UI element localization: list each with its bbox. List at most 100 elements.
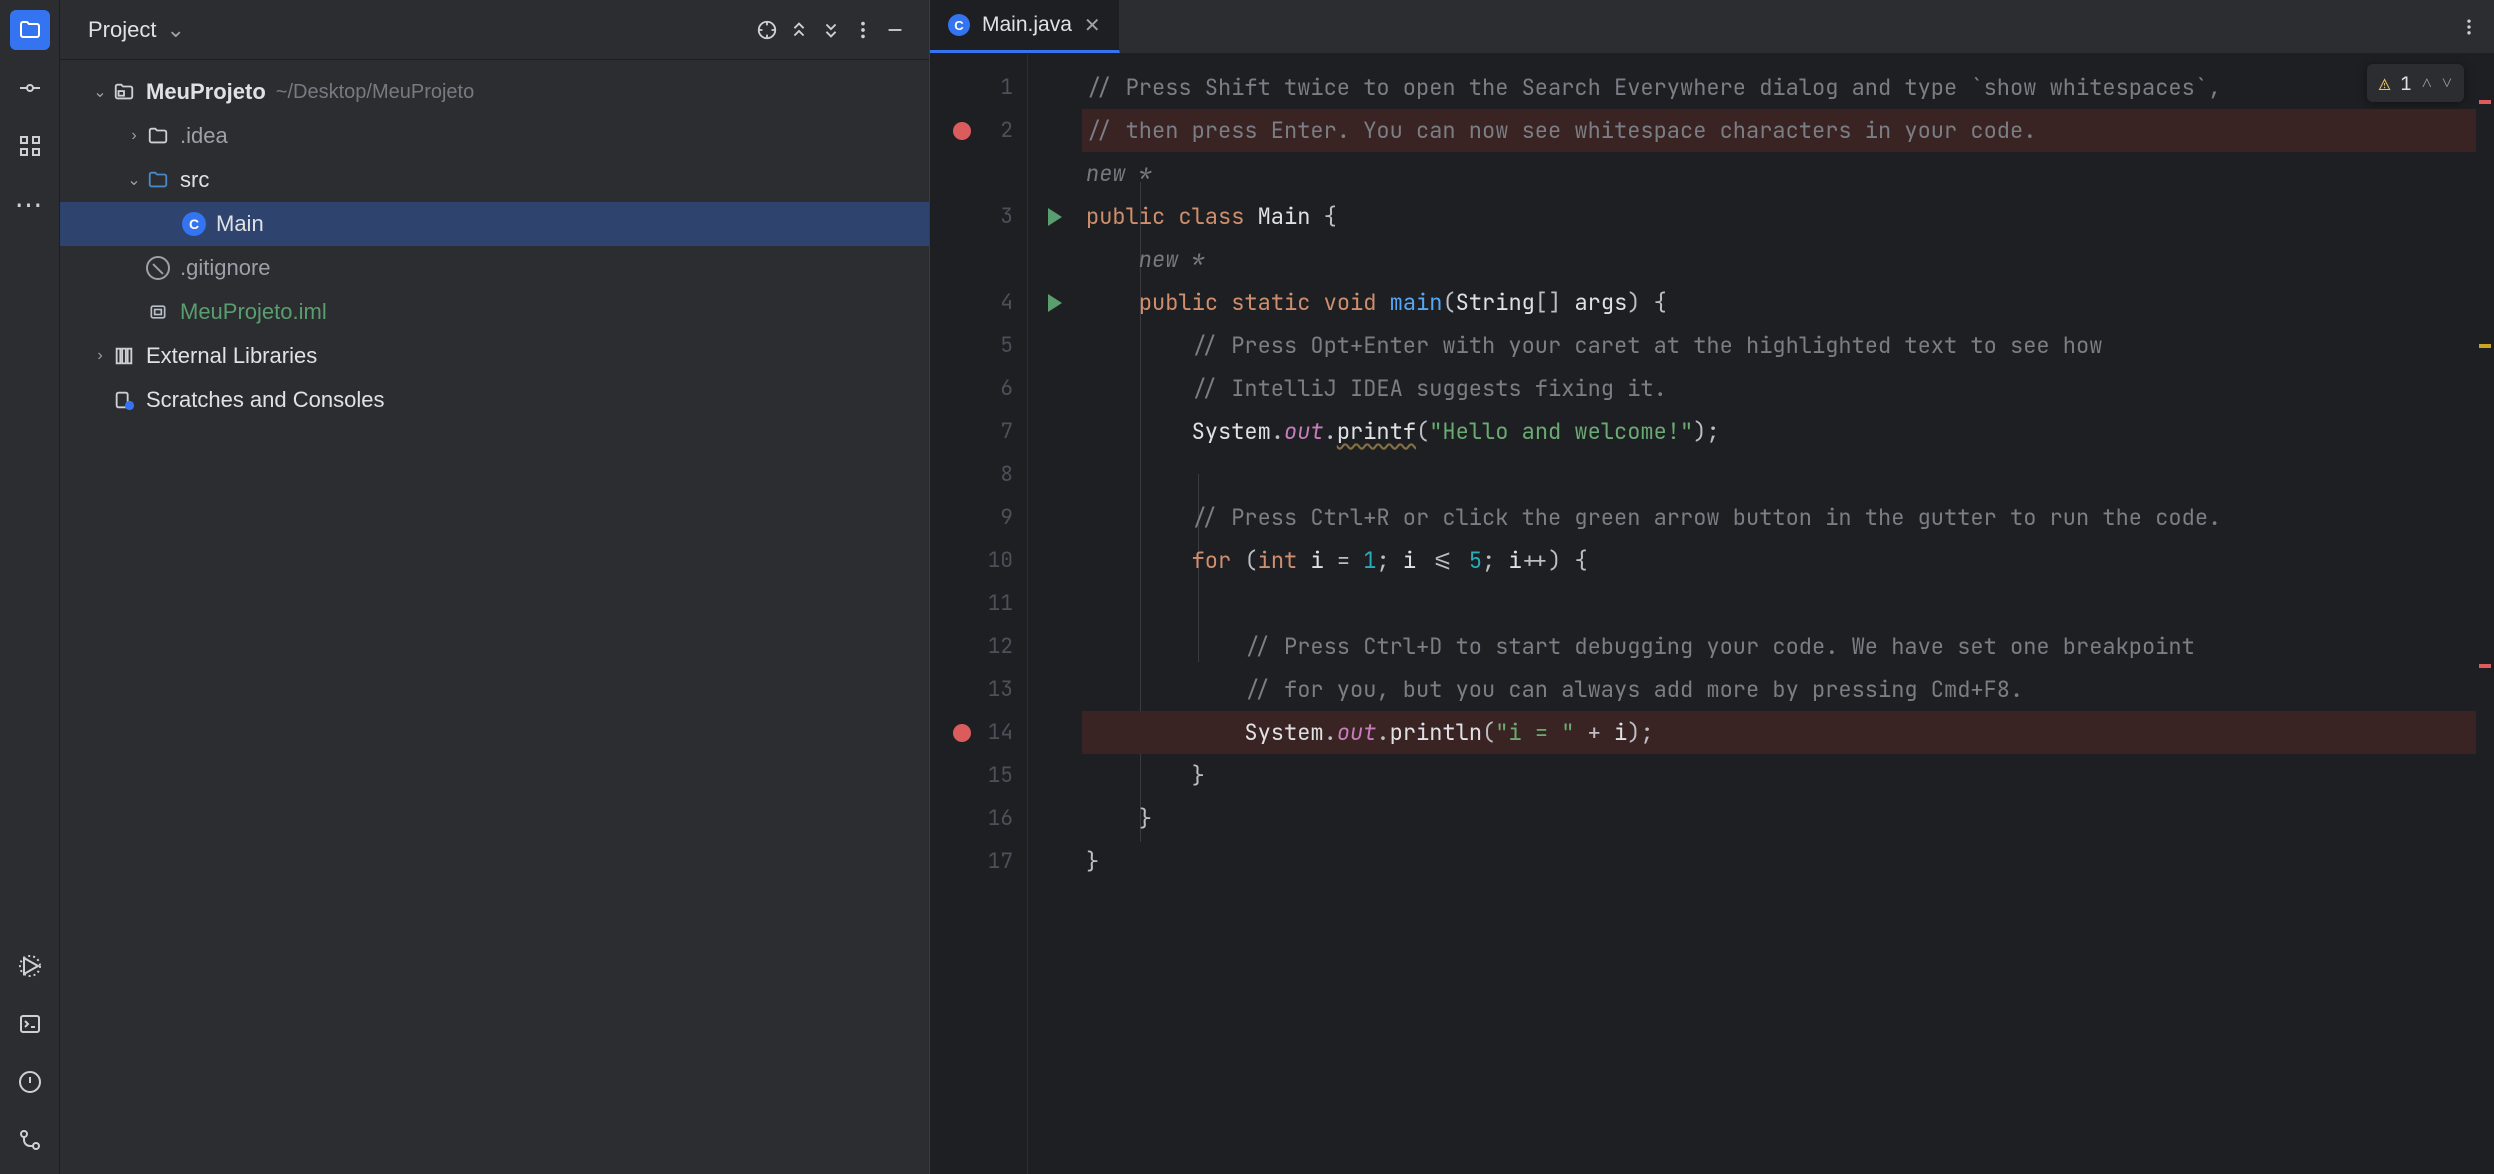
tree-root-path: ~/Desktop/MeuProjeto xyxy=(276,81,474,104)
tree-label: MeuProjeto.iml xyxy=(180,299,327,325)
panel-options-icon[interactable] xyxy=(847,14,879,46)
project-tree: MeuProjeto ~/Desktop/MeuProjeto .idea sr… xyxy=(60,60,929,1174)
code-line[interactable] xyxy=(1082,582,2476,625)
gutter-line[interactable]: 8 xyxy=(930,453,1027,496)
code-body[interactable]: // Press Shift twice to open the Search … xyxy=(1082,54,2476,1174)
code-editor[interactable]: ⚠ 1 ˄ ˅ 1234567891011121314151617 // Pre… xyxy=(930,54,2494,1174)
chevron-down-icon[interactable] xyxy=(90,82,110,102)
class-icon: C xyxy=(948,14,970,36)
project-title-label: Project xyxy=(88,17,156,43)
code-line[interactable]: // Press Opt+Enter with your caret at th… xyxy=(1082,324,2476,367)
expand-all-icon[interactable] xyxy=(783,14,815,46)
chevron-down-icon[interactable] xyxy=(124,170,144,190)
tree-item-gitignore[interactable]: .gitignore xyxy=(60,246,929,290)
gutter-line[interactable]: 6 xyxy=(930,367,1027,410)
project-folder-icon xyxy=(110,78,138,106)
tree-item-main[interactable]: C Main xyxy=(60,202,929,246)
code-line[interactable]: for (int i = 1; i <= 5; i++) { xyxy=(1082,539,2476,582)
collapse-all-icon[interactable] xyxy=(815,14,847,46)
line-number: 13 xyxy=(977,676,1013,703)
gutter-line[interactable]: 3 xyxy=(930,195,1027,238)
close-tab-icon[interactable]: ✕ xyxy=(1084,13,1101,38)
code-line[interactable]: } xyxy=(1082,840,2476,883)
editor-area: C Main.java ✕ ⚠ 1 ˄ ˅ 123456789101112131… xyxy=(930,0,2494,1174)
tree-item-idea[interactable]: .idea xyxy=(60,114,929,158)
code-line[interactable]: } xyxy=(1082,754,2476,797)
tree-item-src[interactable]: src xyxy=(60,158,929,202)
tree-item-scratches[interactable]: Scratches and Consoles xyxy=(60,378,929,422)
scratches-icon xyxy=(110,386,138,414)
code-line[interactable]: // for you, but you can always add more … xyxy=(1082,668,2476,711)
code-line[interactable] xyxy=(1082,453,2476,496)
code-line[interactable]: public class Main { xyxy=(1082,195,2476,238)
gutter-line[interactable]: 15 xyxy=(930,754,1027,797)
source-folder-icon xyxy=(144,166,172,194)
line-number: 7 xyxy=(977,418,1013,445)
line-number: 1 xyxy=(977,74,1013,101)
chevron-right-icon[interactable] xyxy=(90,347,110,365)
line-number: 5 xyxy=(977,332,1013,359)
tree-label: Scratches and Consoles xyxy=(146,387,384,413)
breakpoint-icon[interactable] xyxy=(953,122,971,140)
line-number: 16 xyxy=(977,805,1013,832)
code-line[interactable]: System.out.println("i = " + i); xyxy=(1082,711,2476,754)
line-number: 8 xyxy=(977,461,1013,488)
hide-panel-icon[interactable] xyxy=(879,14,911,46)
gutter-line[interactable]: 1 xyxy=(930,66,1027,109)
library-icon xyxy=(110,342,138,370)
line-number: 6 xyxy=(977,375,1013,402)
tree-root[interactable]: MeuProjeto ~/Desktop/MeuProjeto xyxy=(60,70,929,114)
gutter-line[interactable]: 9 xyxy=(930,496,1027,539)
run-icon[interactable] xyxy=(1048,294,1062,312)
tree-item-external-libs[interactable]: External Libraries xyxy=(60,334,929,378)
gutter-line[interactable]: 14 xyxy=(930,711,1027,754)
select-opened-file-icon[interactable] xyxy=(751,14,783,46)
project-panel-title[interactable]: Project ⌄ xyxy=(88,17,185,43)
gutter-line[interactable]: 16 xyxy=(930,797,1027,840)
tree-item-iml[interactable]: MeuProjeto.iml xyxy=(60,290,929,334)
gutter-line[interactable]: 10 xyxy=(930,539,1027,582)
editor-tab-main[interactable]: C Main.java ✕ xyxy=(930,0,1120,53)
line-number: 4 xyxy=(977,289,1013,316)
commit-tool-icon[interactable] xyxy=(10,68,50,108)
tree-label: .idea xyxy=(180,123,228,149)
gutter-line[interactable]: 13 xyxy=(930,668,1027,711)
run-icon[interactable] xyxy=(1048,208,1062,226)
code-line[interactable]: } xyxy=(1082,797,2476,840)
gutter-line[interactable]: 4 xyxy=(930,281,1027,324)
project-panel-header: Project ⌄ xyxy=(60,0,929,60)
code-line[interactable]: // then press Enter. You can now see whi… xyxy=(1082,109,2476,152)
line-number-gutter[interactable]: 1234567891011121314151617 xyxy=(930,54,1028,1174)
breakpoint-icon[interactable] xyxy=(953,724,971,742)
code-line[interactable]: // IntelliJ IDEA suggests fixing it. xyxy=(1082,367,2476,410)
project-panel: Project ⌄ MeuProjeto ~/Desktop/MeuProjet… xyxy=(60,0,930,1174)
gutter-line[interactable]: 12 xyxy=(930,625,1027,668)
line-number: 3 xyxy=(977,203,1013,230)
gitignore-icon xyxy=(146,256,170,280)
terminal-tool-icon[interactable] xyxy=(10,1004,50,1044)
code-line[interactable]: // Press Shift twice to open the Search … xyxy=(1082,66,2476,109)
structure-tool-icon[interactable] xyxy=(10,126,50,166)
chevron-right-icon[interactable] xyxy=(124,127,144,145)
code-line[interactable]: // Press Ctrl+R or click the green arrow… xyxy=(1082,496,2476,539)
code-line[interactable]: System.out.printf("Hello and welcome!"); xyxy=(1082,410,2476,453)
code-line[interactable]: // Press Ctrl+D to start debugging your … xyxy=(1082,625,2476,668)
stripe-breakpoint-mark[interactable] xyxy=(2479,100,2491,104)
gutter-line[interactable]: 2 xyxy=(930,109,1027,152)
line-number: 9 xyxy=(977,504,1013,531)
error-stripe[interactable] xyxy=(2476,54,2494,1174)
more-tools-icon[interactable]: ⋯ xyxy=(10,184,50,224)
services-tool-icon[interactable] xyxy=(10,946,50,986)
stripe-warning-mark[interactable] xyxy=(2479,344,2491,348)
gutter-line[interactable]: 7 xyxy=(930,410,1027,453)
problems-tool-icon[interactable] xyxy=(10,1062,50,1102)
icon-gutter[interactable] xyxy=(1028,54,1082,1174)
gutter-line[interactable]: 17 xyxy=(930,840,1027,883)
tab-menu-icon[interactable] xyxy=(2444,0,2494,53)
gutter-line[interactable]: 11 xyxy=(930,582,1027,625)
code-line[interactable]: public static void main(String[] args) { xyxy=(1082,281,2476,324)
project-tool-icon[interactable] xyxy=(10,10,50,50)
stripe-breakpoint-mark[interactable] xyxy=(2479,664,2491,668)
gutter-line[interactable]: 5 xyxy=(930,324,1027,367)
vcs-tool-icon[interactable] xyxy=(10,1120,50,1160)
